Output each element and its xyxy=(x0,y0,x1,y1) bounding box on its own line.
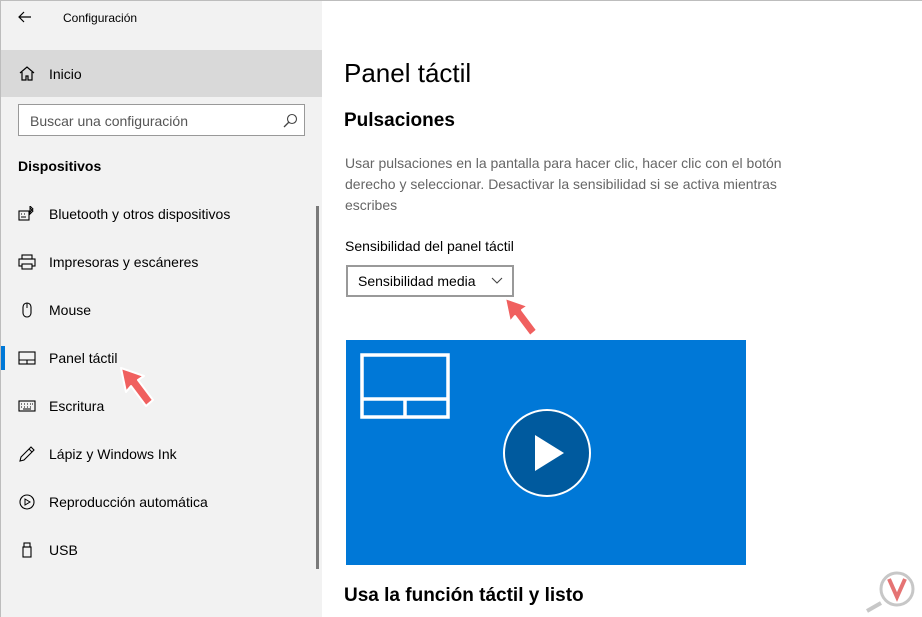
sidebar-item-touchpad[interactable]: Panel táctil xyxy=(1,338,315,378)
sidebar-item-autoplay[interactable]: Reproducción automática xyxy=(1,482,315,522)
touchpad-video[interactable] xyxy=(346,340,746,565)
sensitivity-label: Sensibilidad del panel táctil xyxy=(345,238,514,254)
settings-window: Configuración Inicio Buscar una configur… xyxy=(0,0,922,617)
home-nav-item[interactable]: Inicio xyxy=(1,50,322,97)
sidebar-item-label: Bluetooth y otros dispositivos xyxy=(49,206,231,222)
back-arrow-icon xyxy=(18,11,31,23)
section-title-touch: Usa la función táctil y listo xyxy=(344,585,584,606)
sidebar-item-label: Impresoras y escáneres xyxy=(49,254,199,270)
section-title-devices: Dispositivos xyxy=(18,158,102,174)
autoplay-icon xyxy=(19,494,35,510)
selection-indicator xyxy=(1,346,5,370)
printer-icon xyxy=(18,254,36,270)
annotation-arrow-icon xyxy=(120,367,154,407)
sidebar-item-label: USB xyxy=(49,542,78,558)
search-input[interactable]: Buscar una configuración xyxy=(18,104,305,136)
sidebar: Configuración Inicio Buscar una configur… xyxy=(1,1,322,617)
titlebar-left: Configuración xyxy=(1,1,322,35)
touchpad-illustration-icon xyxy=(360,353,450,419)
chevron-down-icon xyxy=(491,277,503,284)
search-placeholder: Buscar una configuración xyxy=(30,113,188,129)
touchpad-icon xyxy=(18,351,36,365)
sidebar-item-bluetooth[interactable]: Bluetooth y otros dispositivos xyxy=(1,194,315,234)
keyboard-bluetooth-icon xyxy=(18,206,34,221)
sidebar-item-mouse[interactable]: Mouse xyxy=(1,290,315,330)
home-label: Inicio xyxy=(49,66,82,82)
pen-icon xyxy=(19,446,35,462)
annotation-arrow-icon xyxy=(504,297,538,337)
page-title: Panel táctil xyxy=(344,58,472,88)
play-icon[interactable] xyxy=(502,408,592,498)
sidebar-item-label: Escritura xyxy=(49,398,105,414)
sidebar-item-printers[interactable]: Impresoras y escáneres xyxy=(1,242,315,282)
app-title: Configuración xyxy=(63,11,138,25)
sensitivity-value: Sensibilidad media xyxy=(358,273,476,289)
sidebar-item-label: Reproducción automática xyxy=(49,494,208,510)
usb-icon xyxy=(22,542,32,558)
main-content: Panel táctil Pulsaciones Usar pulsacione… xyxy=(322,1,922,617)
sidebar-item-label: Lápiz y Windows Ink xyxy=(49,446,177,462)
sidebar-item-usb[interactable]: USB xyxy=(1,530,315,570)
keyboard-icon xyxy=(18,400,36,412)
section-title-taps: Pulsaciones xyxy=(344,110,455,131)
search-icon xyxy=(283,113,298,128)
sidebar-item-label: Panel táctil xyxy=(49,350,118,366)
watermark-logo-icon xyxy=(866,571,915,613)
sidebar-scrollbar[interactable] xyxy=(316,206,319,569)
back-button[interactable] xyxy=(9,3,41,31)
taps-description: Usar pulsaciones en la pantalla para hac… xyxy=(345,155,782,213)
sidebar-item-typing[interactable]: Escritura xyxy=(1,386,315,426)
sidebar-item-pen[interactable]: Lápiz y Windows Ink xyxy=(1,434,315,474)
sidebar-item-label: Mouse xyxy=(49,302,92,318)
sensitivity-dropdown[interactable]: Sensibilidad media xyxy=(346,265,514,297)
home-icon xyxy=(19,66,35,81)
mouse-icon xyxy=(22,302,32,318)
